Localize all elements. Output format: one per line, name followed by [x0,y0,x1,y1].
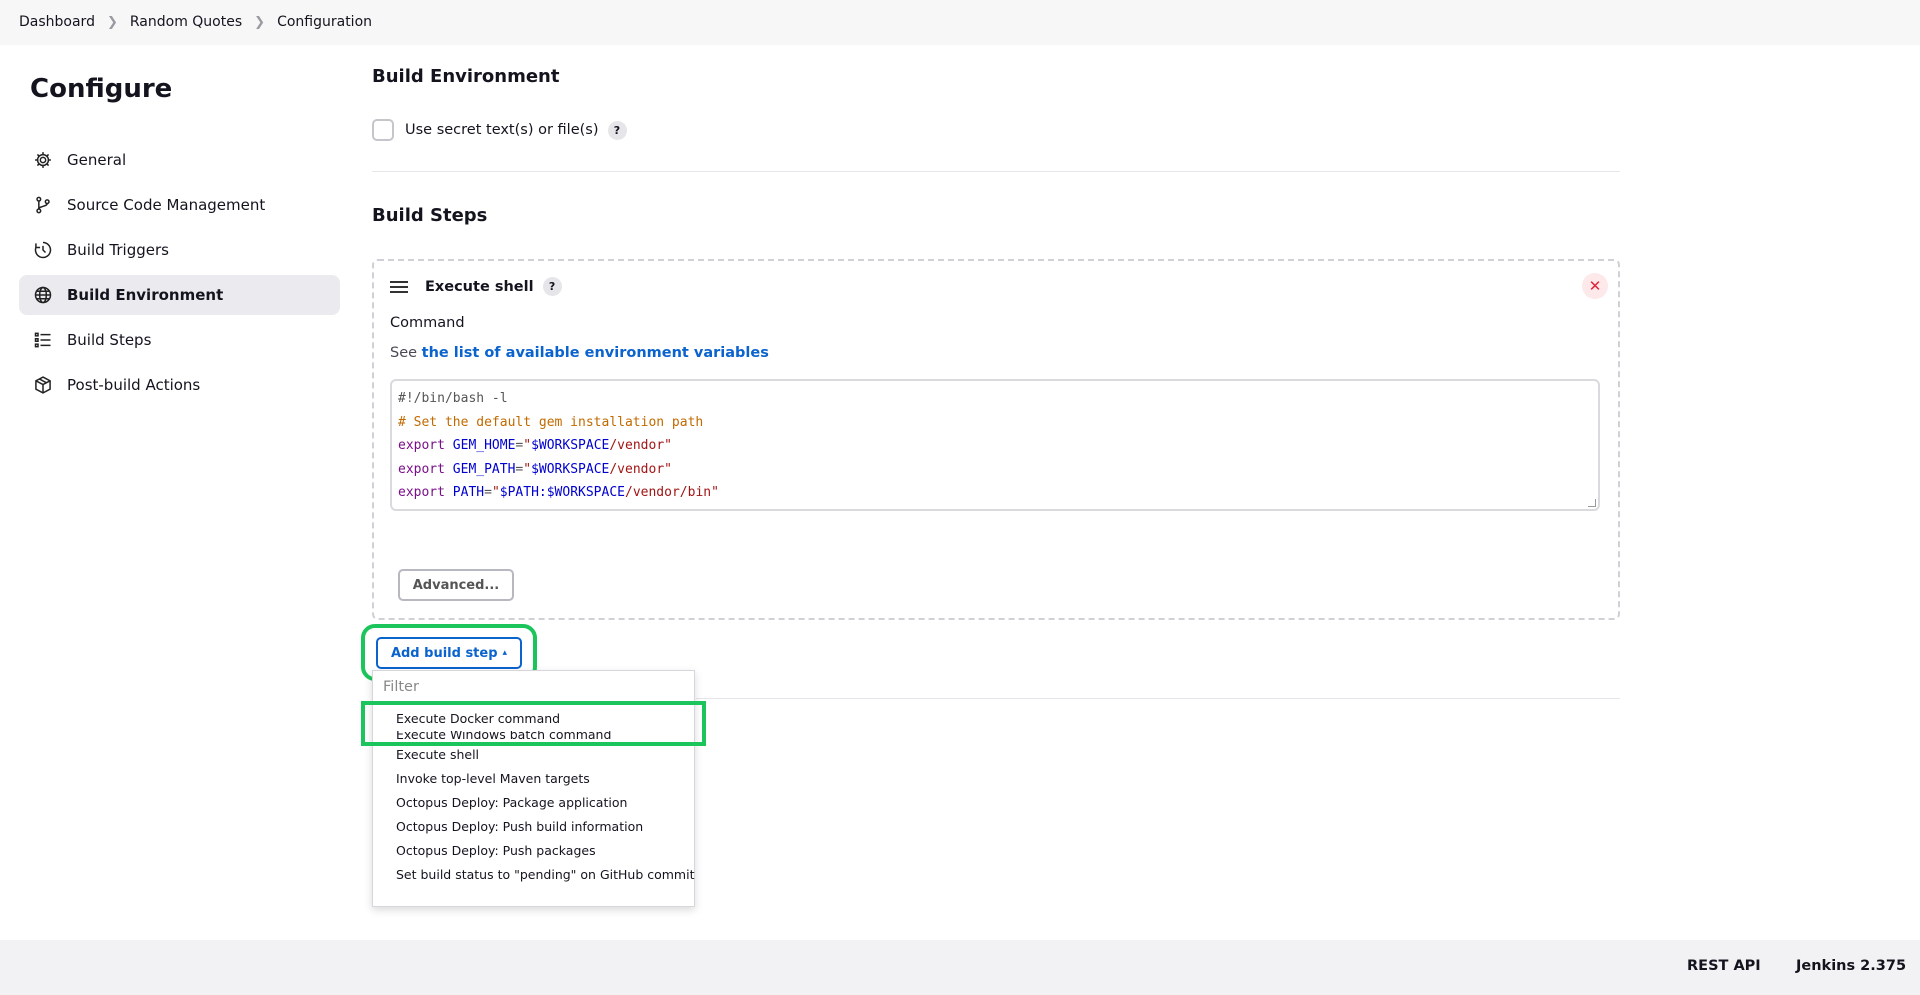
command-textarea[interactable]: #!/bin/bash -l # Set the default gem inst… [390,379,1600,511]
code-token: /vendor/bin" [625,485,719,500]
sidebar-item-label: General [67,151,127,169]
code-token: # Set the default gem installation path [398,414,704,430]
page-title: Configure [30,74,173,104]
breadcrumb-random-quotes[interactable]: Random Quotes [130,14,242,30]
docker-item-highlight [361,701,706,746]
drag-handle-icon[interactable] [390,278,408,296]
globe-icon [32,284,54,306]
secret-checkbox[interactable] [372,119,394,141]
sidebar-item-general[interactable]: General [19,140,340,180]
code-token: /vendor" [609,438,672,453]
code-line: #!/bin/bash -l [398,387,1592,411]
build-steps-title: Build Steps [372,205,488,226]
sidebar-item-build-triggers[interactable]: Build Triggers [19,230,340,270]
breadcrumb-configuration[interactable]: Configuration [277,14,372,30]
breadcrumb-dashboard[interactable]: Dashboard [19,14,95,30]
close-icon[interactable]: ✕ [1582,273,1608,299]
secret-option-row: Use secret text(s) or file(s) ? [372,119,627,141]
add-build-step-label: Add build step [390,645,498,661]
code-token: GEM_HOME [452,438,516,453]
code-token: " [523,461,532,477]
step-header: Execute shell ? [390,277,562,296]
code-token: $WORKSPACE [531,461,610,477]
code-token: $PATH:$WORKSPACE [499,485,625,500]
execute-shell-step: Execute shell ? ✕ Command See the list o… [372,259,1620,620]
menu-item-octopus-package-application[interactable]: Octopus Deploy: Package application [373,791,694,815]
code-token: " [523,438,532,453]
code-line: export PATH="$PATH:$WORKSPACE/vendor/bin… [398,481,1592,505]
menu-item-invoke-maven-targets[interactable]: Invoke top-level Maven targets [373,767,694,791]
divider [372,171,1620,172]
clock-icon [32,239,54,261]
sidebar-item-build-steps[interactable]: Build Steps [19,320,340,360]
rest-api-link[interactable]: REST API [1687,958,1761,974]
sidebar-item-label: Build Environment [67,286,224,304]
breadcrumb: Dashboard ❯ Random Quotes ❯ Configuratio… [19,14,372,30]
add-build-step-button[interactable]: Add build step ▴ [376,637,522,669]
sidebar-item-build-environment[interactable]: Build Environment [19,275,340,315]
menu-item-octopus-push-packages[interactable]: Octopus Deploy: Push packages [373,839,694,863]
command-label: Command [390,315,465,331]
env-vars-hint: See the list of available environment va… [390,345,769,361]
chevron-right-icon: ❯ [254,14,266,30]
caret-up-icon: ▴ [502,648,508,658]
code-token: = [484,485,492,500]
gear-icon [32,149,54,171]
code-line: # Install the specific version of Bundle… [398,505,1592,510]
code-token: #!/bin/bash -l [398,391,508,406]
filter-input[interactable] [373,671,694,703]
resize-handle-icon[interactable] [1588,499,1596,507]
breadcrumb-bar: Dashboard ❯ Random Quotes ❯ Configuratio… [0,0,1920,45]
help-icon[interactable]: ? [542,277,562,296]
menu-item-execute-shell[interactable]: Execute shell [373,743,694,767]
sidebar-item-label: Build Steps [67,331,152,349]
branch-icon [32,194,54,216]
code-line: export GEM_HOME="$WORKSPACE/vendor" [398,434,1592,458]
help-icon[interactable]: ? [607,120,627,140]
footer: REST API Jenkins 2.375 [0,940,1920,995]
see-prefix: See [390,345,422,361]
code-token: export [398,438,453,453]
code-line: export GEM_PATH="$WORKSPACE/vendor" [398,458,1592,482]
code-token: /vendor" [609,461,672,477]
list-icon [32,329,54,351]
env-vars-link[interactable]: the list of available environment variab… [422,345,769,361]
code-token: export [398,461,453,477]
sidebar-item-label: Post-build Actions [67,376,201,394]
build-environment-title: Build Environment [372,66,560,87]
code-token: " [491,485,500,500]
sidebar-item-post-build-actions[interactable]: Post-build Actions [19,365,340,405]
jenkins-version-link[interactable]: Jenkins 2.375 [1796,958,1906,974]
advanced-button[interactable]: Advanced... [398,569,514,601]
code-line: # Set the default gem installation path [398,411,1592,435]
chevron-right-icon: ❯ [106,14,118,30]
menu-item-octopus-push-build-information[interactable]: Octopus Deploy: Push build information [373,815,694,839]
menu-item-set-build-status-pending[interactable]: Set build status to "pending" on GitHub … [373,863,694,887]
code-token: $WORKSPACE [531,438,610,453]
code-token: # Install the specific version of Bundle… [398,509,977,510]
step-title: Execute shell [425,278,534,295]
code-token: GEM_PATH [452,461,516,477]
divider [696,698,1620,699]
sidebar-item-source-code-management[interactable]: Source Code Management [19,185,340,225]
secret-label: Use secret text(s) or file(s) [405,122,599,138]
sidebar-nav: General Source Code Management Build Tri… [19,140,340,410]
sidebar-item-label: Build Triggers [67,241,169,259]
code-token: export [398,485,453,500]
package-icon [32,374,54,396]
sidebar-item-label: Source Code Management [67,196,266,214]
code-token: PATH [452,485,485,500]
